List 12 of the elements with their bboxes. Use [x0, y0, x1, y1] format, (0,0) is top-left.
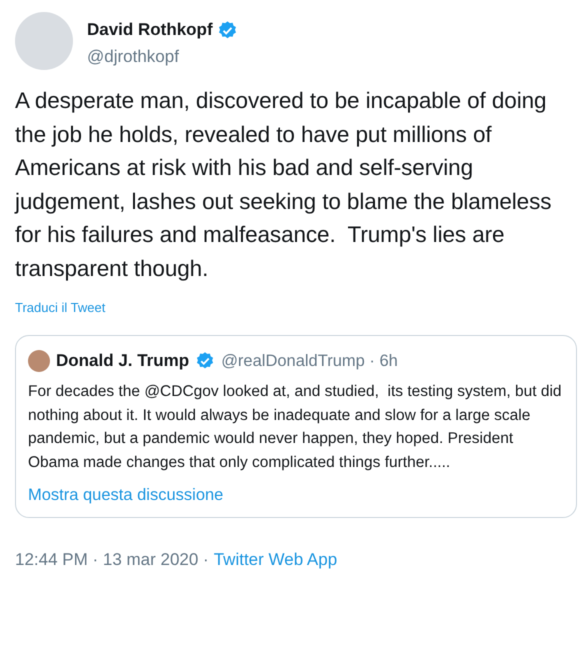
quoted-tweet-card[interactable]: [15, 335, 577, 518]
quoted-tweet-text: For decades the @CDCgov looked at, and studied, its testing system, but did nothing about it. It would always be inadequate and slow for a large scale pandemic, but a pandemic would never happen, they hoped. President Obama made changes that only complicated things further.....: [28, 382, 563, 472]
translate-link[interactable]: Traduci il Tweet: [15, 300, 106, 315]
tweet-text: A desperate man, discovered to be incapable of doing the job he holds, revealed to have put millions of Americans at risk with his bad and self-serving judgement, lashes out seeking to blame the blameless for his failures and malfeasance. Trump's lies are transparent though.: [15, 87, 552, 283]
quoted-handle-time: @realDonaldTrump · 6h: [221, 352, 398, 370]
avatar-placeholder[interactable]: [28, 350, 50, 372]
tweet-timestamp: 12:44 PM · 13 mar 2020 ·: [15, 550, 209, 570]
author-handle[interactable]: @djrothkopf: [87, 46, 238, 66]
quoted-author-name: Donald J. Trump: [56, 351, 190, 371]
show-thread-link[interactable]: Mostra questa discussione: [28, 486, 224, 505]
source-link[interactable]: Twitter Web App: [214, 550, 338, 570]
author-name[interactable]: David Rothkopf: [87, 20, 213, 40]
